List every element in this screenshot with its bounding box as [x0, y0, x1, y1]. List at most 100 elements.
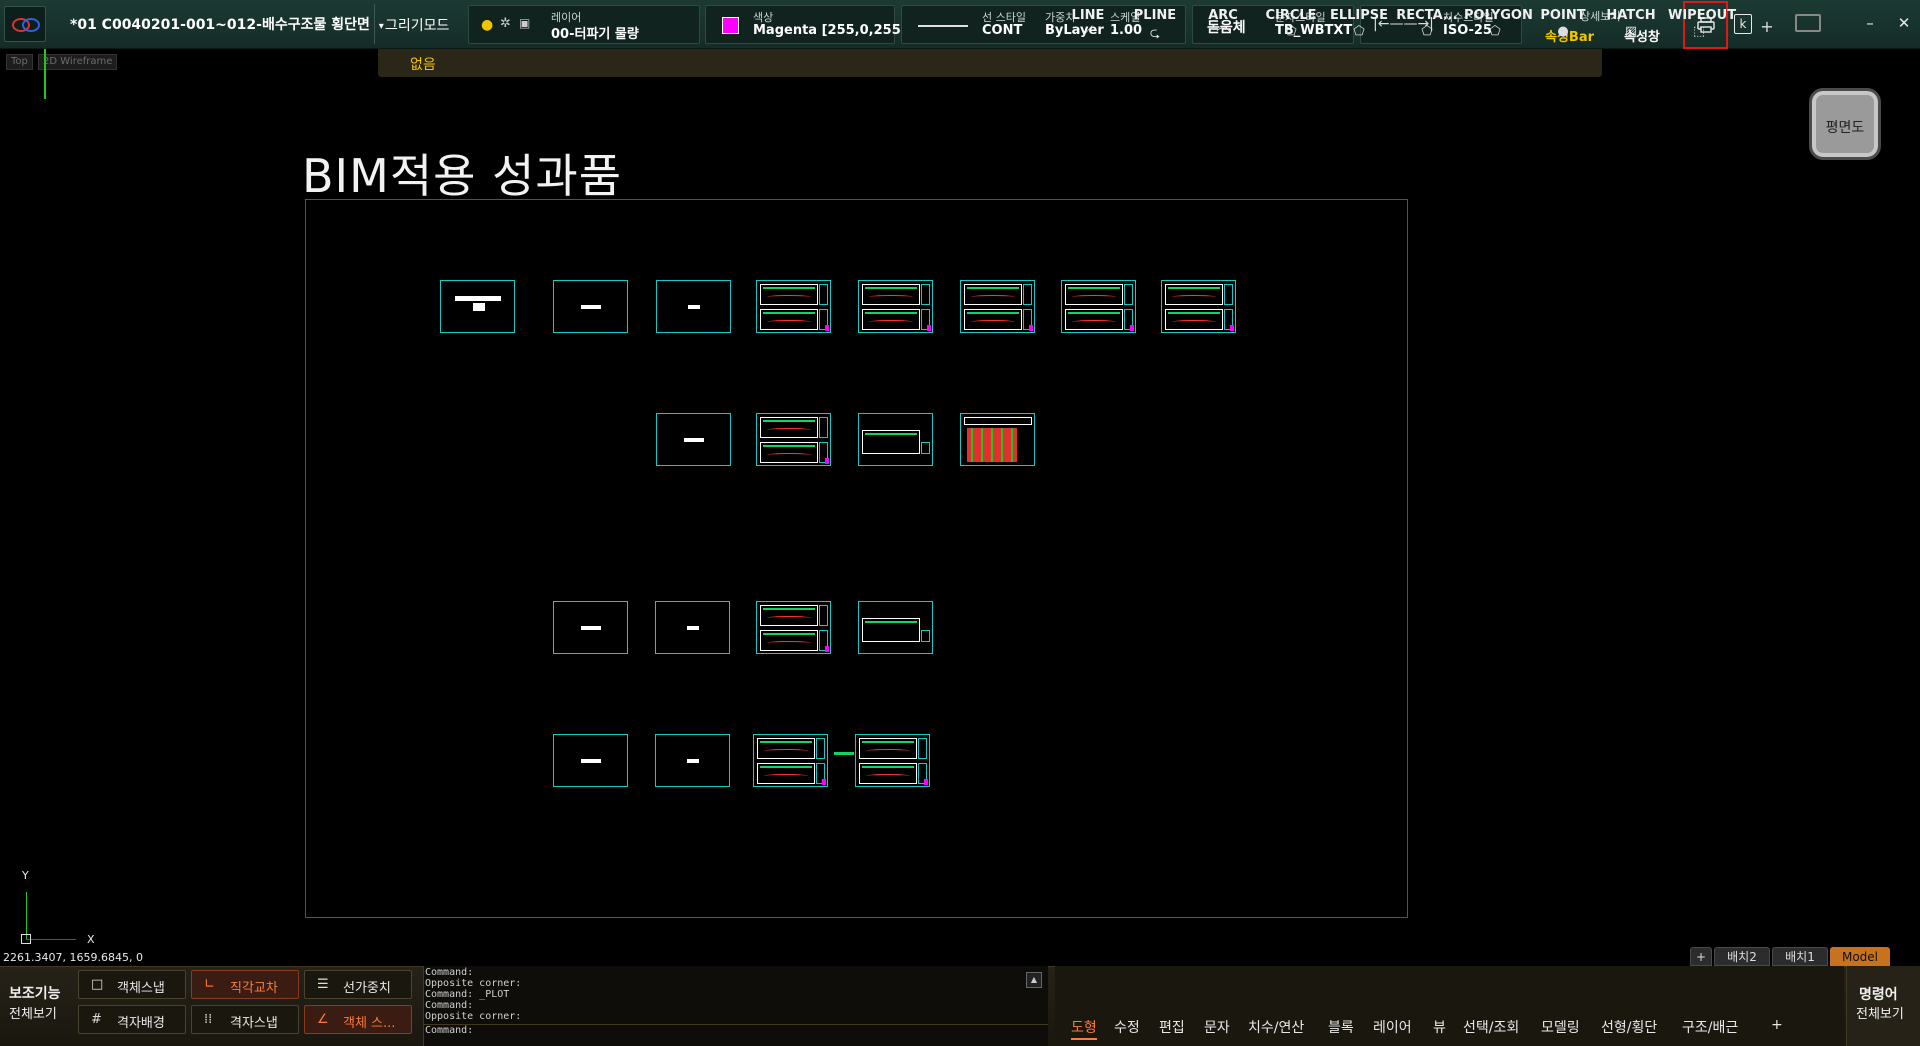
grid-snap-toggle[interactable]: ⁞⁞ 격자스냅 — [191, 1005, 299, 1034]
connector-line — [834, 752, 854, 755]
sheet-thumbnail[interactable] — [753, 734, 828, 787]
sheet-thumbnail[interactable] — [756, 601, 831, 654]
wipeout-tool[interactable]: WIPEOUT ⬚ — [1668, 8, 1736, 46]
pline-tool[interactable]: PLINE ⮎ — [1124, 8, 1186, 46]
grid-display-toggle[interactable]: # 격자배경 — [78, 1005, 186, 1034]
close-button[interactable]: ✕ — [1891, 10, 1917, 36]
view-direction-tag[interactable]: Top — [6, 54, 33, 70]
category-tab[interactable]: 레이어 — [1373, 1017, 1412, 1037]
sheet-thumbnail[interactable] — [858, 280, 933, 333]
app-logo[interactable] — [4, 6, 46, 42]
sheet-thumbnail[interactable] — [858, 601, 933, 654]
sheet-thumbnail[interactable] — [756, 280, 831, 333]
plan-view-label: 평면도 — [1825, 120, 1865, 136]
lineweight-toggle[interactable]: ☰ 선가중치 — [304, 970, 412, 999]
divider — [374, 4, 375, 44]
category-tab[interactable]: 뷰 — [1433, 1017, 1446, 1037]
category-tab[interactable]: 수정 — [1114, 1017, 1140, 1037]
chevron-down-icon: ▾ — [378, 21, 384, 32]
command-input[interactable]: Command: — [424, 1025, 1048, 1036]
circle-icon: ⬠ — [1285, 24, 1297, 39]
plan-view-button[interactable]: 평면도 — [1809, 88, 1881, 160]
toggle-label: 객체스냅 — [117, 981, 165, 996]
plus-icon: + — [1760, 17, 1774, 36]
object-tracking-toggle[interactable]: ∠ 객체 스... — [304, 1005, 412, 1034]
command-panel-button[interactable]: 명령어 전체보기 — [1846, 966, 1920, 1046]
sheet-thumbnail[interactable] — [656, 280, 731, 333]
sheet-thumbnail[interactable] — [960, 413, 1035, 466]
scroll-up-icon[interactable]: ▲ — [1026, 972, 1042, 988]
ortho-toggle[interactable]: ∟ 직각교차 — [191, 970, 299, 999]
category-tab[interactable]: 선형/횡단 — [1601, 1017, 1657, 1037]
color-swatch — [722, 17, 739, 34]
sheet-thumbnail[interactable] — [656, 413, 731, 466]
toggle-label: 선가중치 — [343, 981, 391, 996]
line-tool[interactable]: LINE ⟋ — [1057, 8, 1119, 46]
sheet-thumbnail[interactable] — [756, 413, 831, 466]
sheet-thumbnail[interactable] — [1161, 280, 1236, 333]
hatch-tool[interactable]: HATCH ▨ — [1600, 8, 1662, 46]
assist-sub[interactable]: 전체보기 — [9, 1003, 57, 1022]
category-tab[interactable]: 모델링 — [1541, 1017, 1580, 1037]
object-snap-toggle[interactable]: □ 객체스냅 — [78, 970, 186, 999]
sheet-thumbnail[interactable] — [553, 601, 628, 654]
category-tab[interactable]: 문자 — [1204, 1017, 1230, 1037]
layer-filter-bar: 없음 — [378, 49, 1602, 77]
command-history[interactable]: Command: Opposite corner: Command: _PLOT… — [423, 966, 1048, 1046]
color-value: Magenta [255,0,255] — [753, 23, 907, 38]
category-tab[interactable]: 선택/조회 — [1463, 1017, 1519, 1037]
layer-value: 00-터파기 물량 — [551, 27, 639, 42]
command-line: Opposite corner: — [425, 978, 522, 989]
category-tab[interactable]: 도형 — [1071, 1017, 1097, 1040]
layout-tab[interactable]: 배치2 — [1714, 947, 1770, 966]
add-category-button[interactable]: + — [1771, 1017, 1783, 1033]
grid-icon: # — [91, 1012, 102, 1027]
wipeout-icon: ⬚ — [1692, 24, 1706, 39]
command-line: Command: — [425, 967, 474, 978]
add-tool-button[interactable]: + — [1736, 16, 1798, 54]
sheet-thumbnail[interactable] — [855, 734, 930, 787]
file-title-dropdown[interactable]: *01 C0040201-001~012-배수구조물 횡단면 ▾ — [70, 14, 384, 34]
toggle-label: 격자배경 — [117, 1016, 165, 1031]
draw-mode-button[interactable]: 그리기모드 — [385, 15, 449, 35]
bulb-icon[interactable]: ● — [481, 17, 493, 33]
visual-style-tag[interactable]: 2D Wireframe — [38, 54, 118, 70]
sun-freeze-icon[interactable]: ✲ — [500, 16, 511, 31]
rectangle-tool[interactable]: RECTA... ⬠ — [1396, 8, 1458, 46]
linetype-preview-icon — [918, 25, 968, 27]
command-line: Opposite corner: — [425, 1011, 522, 1022]
sheet-thumbnail[interactable] — [655, 734, 730, 787]
sheet-thumbnail[interactable] — [553, 280, 628, 333]
sheet-thumbnail[interactable] — [553, 734, 628, 787]
color-selector[interactable]: 색상 Magenta [255,0,255] — [705, 5, 907, 44]
sheet-thumbnail[interactable] — [1061, 280, 1136, 333]
ucs-x-axis — [26, 939, 76, 940]
category-tab[interactable]: 편집 — [1159, 1017, 1185, 1037]
ellipse-tool[interactable]: ELLIPSE ⬠ — [1328, 8, 1390, 46]
minimize-button[interactable]: – — [1857, 10, 1883, 36]
arc-tool[interactable]: ARC ⌒ — [1192, 8, 1254, 46]
screen-select-icon[interactable] — [1795, 14, 1821, 32]
sheet-thumbnail[interactable] — [960, 280, 1035, 333]
add-layout-button[interactable]: + — [1690, 947, 1712, 966]
category-tab[interactable]: 블록 — [1328, 1017, 1354, 1037]
lock-icon[interactable]: ▣ — [519, 16, 530, 30]
file-title: *01 C0040201-001~012-배수구조물 횡단면 — [70, 17, 370, 33]
circle-tool[interactable]: CIRCLE ⬠ — [1260, 8, 1322, 46]
category-tab[interactable]: 치수/연산 — [1248, 1017, 1304, 1037]
category-tab[interactable]: 구조/배근 — [1682, 1017, 1738, 1037]
layout-tab[interactable]: 배치1 — [1772, 947, 1828, 966]
sheet-thumbnail[interactable] — [655, 601, 730, 654]
filter-value[interactable]: 없음 — [410, 54, 436, 74]
sheet-thumbnail[interactable] — [440, 280, 515, 333]
polygon-tool[interactable]: POLYGON ⬠ — [1464, 8, 1533, 46]
layer-selector[interactable]: ● ✲ ▣ 레이어 00-터파기 물량 — [468, 5, 700, 44]
rectangle-icon: ⬠ — [1421, 24, 1433, 39]
dot-grid-icon: ⁞⁞ — [204, 1012, 213, 1027]
sheet-thumbnail[interactable] — [858, 413, 933, 466]
point-tool[interactable]: POINT ● — [1532, 8, 1594, 46]
command-lang-title: 명령어 — [1859, 987, 1898, 1003]
divider — [423, 1024, 1048, 1025]
assist-title[interactable]: 보조기능 — [9, 983, 61, 1003]
model-tab[interactable]: Model — [1830, 947, 1890, 966]
